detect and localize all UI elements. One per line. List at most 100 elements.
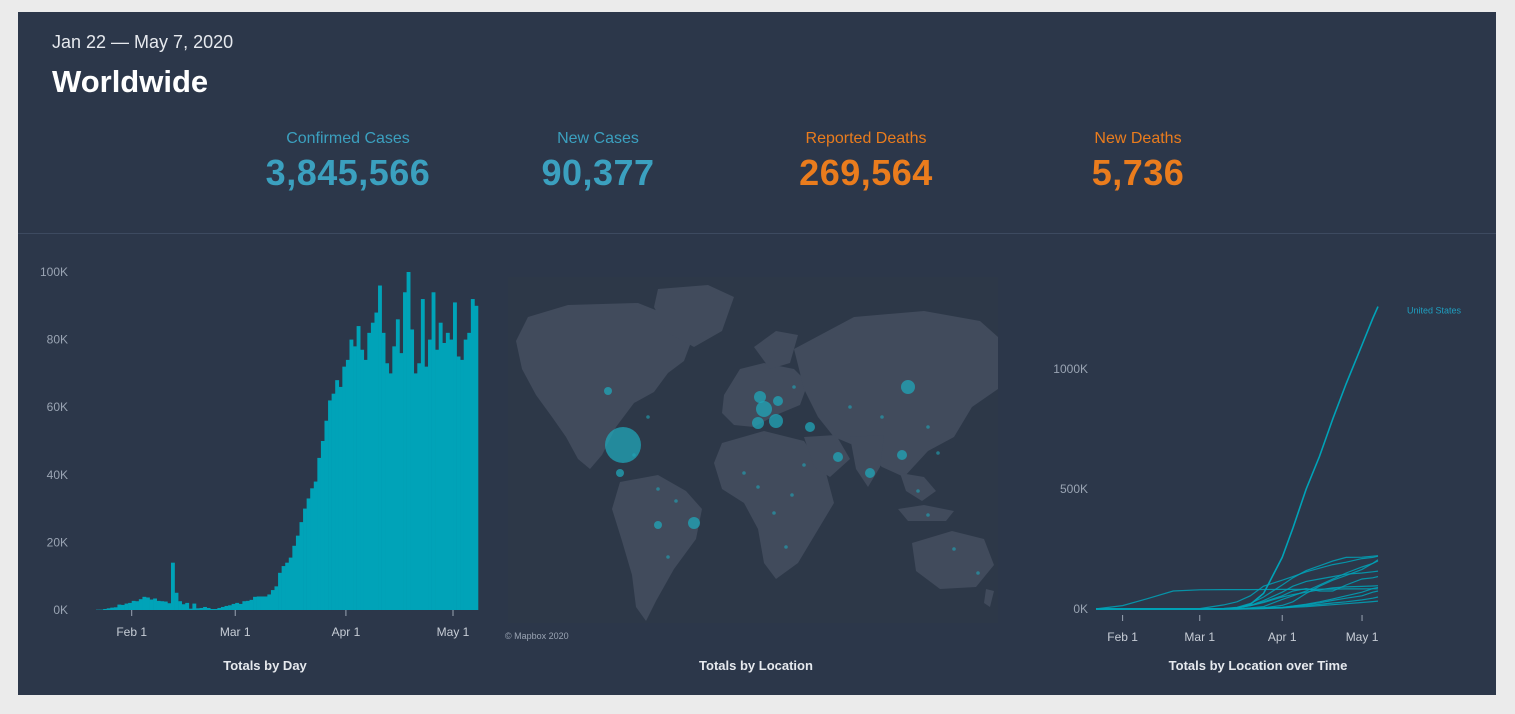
kpi-confirmed-cases-value: 3,845,566 [265,152,431,193]
bar [153,598,157,610]
kpi-new-deaths-label: New Deaths [1094,130,1182,147]
series-label-united-states: United States [1407,306,1462,316]
bar [470,299,475,610]
map-bubble-iran[interactable] [833,452,843,462]
map-bubble-united-states[interactable] [605,427,641,463]
map-dot [926,425,930,429]
bar [181,604,186,610]
bar [174,592,179,610]
map-bubble-france[interactable] [756,401,772,417]
bar [460,359,465,610]
bar [442,342,447,610]
bar [263,596,268,610]
map-dot [790,493,794,497]
bar [353,346,357,610]
map-bubble-india[interactable] [865,468,875,478]
kpi-new-deaths[interactable]: New Deaths 5,736 [1068,130,1208,194]
map-dot [772,511,776,515]
y-tick-label: 0K [1073,602,1088,616]
map-bubble-turkey[interactable] [805,422,815,432]
map-bubble-canada-west[interactable] [604,387,612,395]
y-tick-label: 1000K [1053,362,1088,376]
bar [467,332,472,610]
y-tick-label: 40K [47,468,68,482]
bar [210,608,215,610]
bar [138,599,143,610]
cumulative-line-chart[interactable]: 0K 500K 1000K United States Feb 1 Mar 1 Apr 1 M… [1008,287,1496,647]
map-bubble-brazil[interactable] [688,517,700,529]
bar [220,606,225,610]
map-bubble-mexico[interactable] [616,469,624,477]
map-bubble-russia[interactable] [901,380,915,394]
y-tick-label: 80K [47,333,68,347]
y-tick-label: 0K [53,603,68,617]
kpi-reported-deaths-value: 269,564 [799,152,933,193]
bar [356,326,361,610]
map-bubble-germany[interactable] [773,396,783,406]
bar [217,607,222,610]
kpi-new-cases[interactable]: New Cases 90,377 [518,130,678,194]
y-tick-label: 500K [1060,482,1088,496]
bar [288,557,293,610]
kpi-reported-deaths-label: Reported Deaths [805,130,927,147]
bar [431,292,436,610]
bar [388,373,393,610]
kpi-new-deaths-value: 5,736 [1091,152,1185,193]
x-tick-label: Apr 1 [332,625,361,639]
bar [349,339,354,610]
bar [242,601,247,610]
bar [456,356,461,610]
map-bubble-spain[interactable] [752,417,764,429]
bar [106,608,111,610]
bar [360,349,365,610]
bar [228,605,232,610]
x-tick-label: Mar 1 [1184,630,1215,644]
bar [203,606,207,610]
bar [370,322,375,610]
bar [113,607,118,610]
bar [445,332,450,610]
bar [403,292,407,610]
map-dot [936,451,940,455]
x-tick-label: Feb 1 [1107,630,1138,644]
map-bubble-italy[interactable] [769,414,783,428]
map-dot [674,499,678,503]
bar [410,329,415,610]
bar [378,285,382,610]
map-title: Totals by Location [699,658,813,673]
world-map[interactable] [508,277,998,623]
daily-bar-chart[interactable]: 0K 20K 40K 60K 80K 100K Feb 1 Mar 1 Apr 1 May 1 [18,252,488,647]
bar [420,299,425,610]
bar [274,586,279,610]
world-map-panel[interactable] [508,277,998,628]
map-dot [802,463,806,467]
bar [395,319,400,610]
bar [267,594,272,610]
bar [385,363,390,610]
bar [335,380,340,610]
map-dot [756,485,760,489]
bar [399,353,404,610]
section-divider [18,233,1496,234]
map-bubble-china[interactable] [897,450,907,460]
bar [345,359,350,610]
kpi-reported-deaths[interactable]: Reported Deaths 269,564 [778,130,954,194]
map-dot [646,415,650,419]
map-bubble-peru[interactable] [654,521,662,529]
bar [131,600,136,610]
bar [331,393,336,610]
bar [320,441,325,610]
page-title: Worldwide [52,64,209,99]
y-tick-label: 60K [47,400,68,414]
bar [120,604,125,610]
map-dot [742,471,746,475]
bar [185,602,190,610]
kpi-confirmed-cases[interactable]: Confirmed Cases 3,845,566 [248,130,448,194]
bar [224,605,229,610]
bar [438,322,443,610]
bar [363,359,368,610]
bar [142,596,147,610]
map-bubble-united-kingdom[interactable] [754,391,766,403]
map-dot [784,545,788,549]
bar [245,600,250,610]
